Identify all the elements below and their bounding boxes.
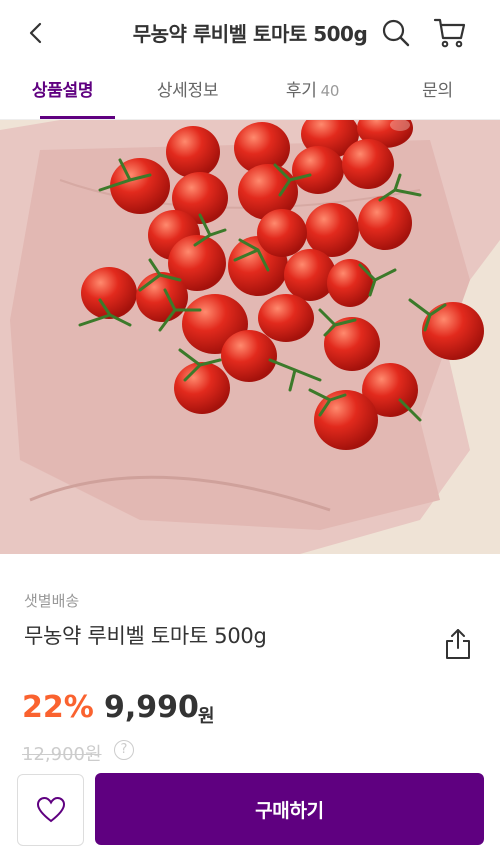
question-icon[interactable]: ? [114,740,134,760]
product-name: 무농약 루비벨 토마토 500g [24,624,267,648]
share-button[interactable] [440,626,476,662]
review-count: 40 [320,82,340,100]
tab-details[interactable]: 상세정보 [125,66,250,119]
tab-description[interactable]: 상품설명 [0,66,125,119]
search-button[interactable] [378,15,414,51]
product-tabs: 상품설명 상세정보 후기 40 문의 [0,66,500,120]
sale-price: 9,990 [104,690,199,725]
delivery-type: 샛별배송 [24,592,80,610]
like-button[interactable] [17,774,84,846]
search-icon [382,19,410,47]
tab-label: 상품설명 [31,81,94,101]
buy-button[interactable]: 구매하기 [95,773,484,845]
tomato-photo [0,120,500,554]
tab-label: 문의 [422,81,453,101]
cart-icon [433,18,466,48]
product-image [0,120,500,554]
tab-reviews[interactable]: 후기 40 [250,66,375,119]
bottom-bar: 구매하기 [0,772,500,862]
back-button[interactable] [22,19,50,47]
tab-label: 상세정보 [156,81,219,101]
original-price: 12,900원 [22,744,102,765]
chevron-left-icon [29,22,42,44]
tab-inquiry[interactable]: 문의 [375,66,500,119]
heart-icon [36,796,65,823]
currency-unit: 원 [198,706,215,727]
discount-rate: 22% [22,690,94,725]
cart-button[interactable] [430,14,470,52]
share-icon [446,629,470,659]
page-title: 무농약 루비벨 토마토 500g [132,22,368,46]
tab-label: 후기 [285,81,317,101]
top-app-bar: 무농약 루비벨 토마토 500g [0,0,500,66]
